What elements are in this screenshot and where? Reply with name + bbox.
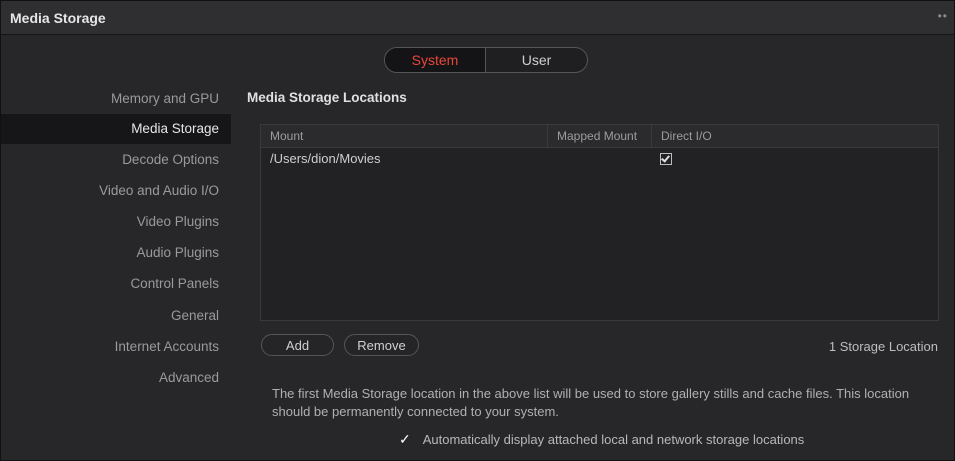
system-user-toggle[interactable]: System User <box>384 47 588 73</box>
table-header: Mount Mapped Mount Direct I/O <box>261 125 938 148</box>
section-title: Media Storage Locations <box>247 90 407 105</box>
column-header-mapped-mount[interactable]: Mapped Mount <box>547 125 651 147</box>
direct-io-cell <box>651 148 938 170</box>
table-row[interactable]: /Users/dion/Movies <box>261 148 938 170</box>
preferences-window: Media Storage •• System User Memory and … <box>0 0 955 461</box>
auto-display-label: Automatically display attached local and… <box>422 432 805 447</box>
sidebar-item-video-plugins[interactable]: Video Plugins <box>1 207 231 237</box>
storage-locations-table[interactable]: Mount Mapped Mount Direct I/O /Users/dio… <box>260 124 939 321</box>
tab-system[interactable]: System <box>385 48 486 72</box>
sidebar-item-advanced[interactable]: Advanced <box>1 363 231 393</box>
direct-io-checkbox[interactable] <box>660 153 672 165</box>
sidebar-item-general[interactable]: General <box>1 301 231 331</box>
window-title: Media Storage <box>10 10 106 26</box>
column-header-direct-io[interactable]: Direct I/O <box>651 125 938 147</box>
add-button[interactable]: Add <box>261 334 334 356</box>
sidebar-item-memory-and-gpu[interactable]: Memory and GPU <box>1 84 231 114</box>
title-bar: Media Storage •• <box>1 1 954 35</box>
remove-button[interactable]: Remove <box>344 334 419 356</box>
storage-location-count: 1 Storage Location <box>828 339 938 354</box>
info-text: The first Media Storage location in the … <box>272 386 910 419</box>
sidebar-item-video-and-audio-io[interactable]: Video and Audio I/O <box>1 176 231 206</box>
tab-user[interactable]: User <box>486 48 587 72</box>
sidebar-item-audio-plugins[interactable]: Audio Plugins <box>1 238 231 268</box>
sidebar-item-internet-accounts[interactable]: Internet Accounts <box>1 332 231 362</box>
options-menu-icon[interactable]: •• <box>938 9 948 23</box>
auto-display-option[interactable]: ✓ Automatically display attached local an… <box>399 431 804 448</box>
column-header-mount[interactable]: Mount <box>261 125 547 147</box>
sidebar-item-decode-options[interactable]: Decode Options <box>1 145 231 175</box>
sidebar-item-media-storage[interactable]: Media Storage <box>1 114 231 144</box>
mount-path: /Users/dion/Movies <box>270 151 381 166</box>
sidebar-item-control-panels[interactable]: Control Panels <box>1 269 231 299</box>
checkmark-icon[interactable]: ✓ <box>399 431 411 447</box>
